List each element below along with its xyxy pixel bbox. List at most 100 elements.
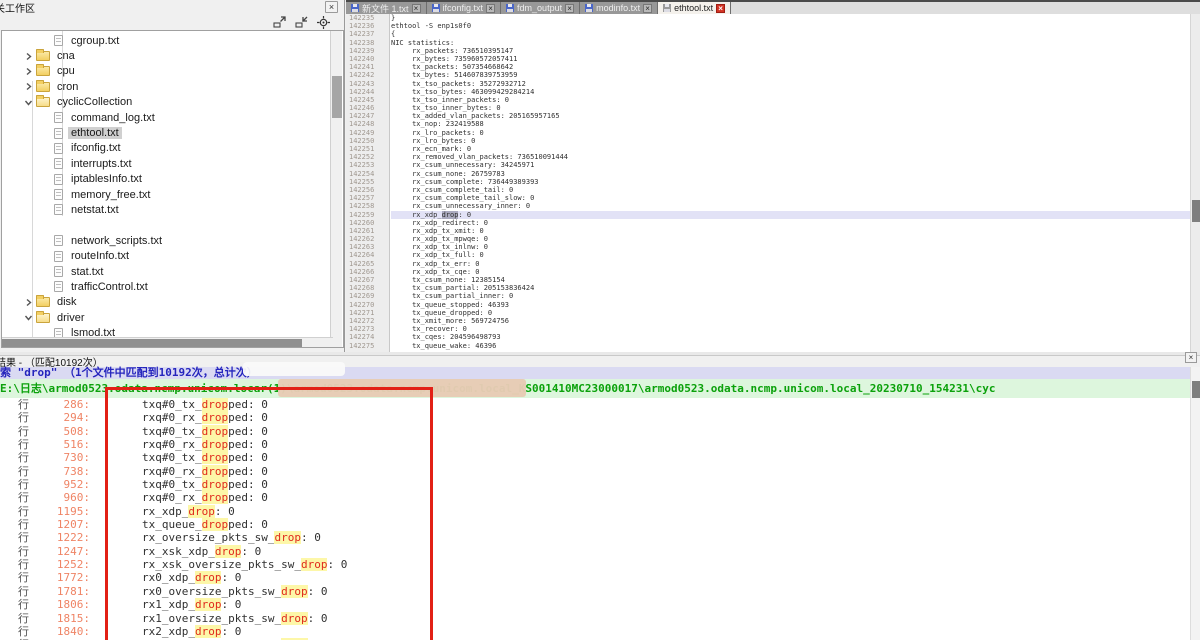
result-row[interactable]: 行508:txq#0_tx_dropped: 0 (0, 425, 1200, 438)
chevron-down-icon[interactable] (24, 313, 33, 322)
code-editor[interactable]: 1422351422361422371422381422391422401422… (346, 14, 1200, 352)
tree-item-stat-txt[interactable]: stat.txt (2, 264, 343, 279)
result-row[interactable]: 行516:rxq#0_rx_dropped: 0 (0, 438, 1200, 451)
row-line-label: 行 (18, 625, 32, 638)
tree-item-interrupts-txt[interactable]: interrupts.txt (2, 156, 343, 171)
tree-hscroll-thumb[interactable] (2, 339, 302, 347)
result-row[interactable]: 行294:rxq#0_rx_dropped: 0 (0, 411, 1200, 424)
tree-item-label: cgroup.txt (68, 35, 122, 47)
result-row[interactable]: 行1222:rx_oversize_pkts_sw_drop: 0 (0, 531, 1200, 544)
code-line: rx_xdp_drop: 0 (391, 211, 1190, 219)
row-line-label: 行 (18, 465, 32, 478)
tree-item-cycliccollection[interactable]: cyclicCollection (2, 95, 343, 110)
result-row[interactable]: 行1252:rx_xsk_oversize_pkts_sw_drop: 0 (0, 558, 1200, 571)
result-row[interactable]: 行730:txq#0_tx_dropped: 0 (0, 451, 1200, 464)
workspace-toolbar (0, 14, 344, 30)
editor-vertical-scrollbar[interactable] (1190, 14, 1200, 352)
editor-vscroll-thumb[interactable] (1192, 200, 1200, 222)
row-match: drop (195, 625, 222, 638)
result-row[interactable]: 行1772:rx0_xdp_drop: 0 (0, 571, 1200, 584)
row-content-post: ped: 0 (228, 491, 268, 504)
tree-item-ifconfig-txt[interactable]: ifconfig.txt (2, 141, 343, 156)
tree-horizontal-scrollbar[interactable] (2, 337, 333, 347)
tab-close-icon[interactable]: × (643, 4, 652, 13)
row-content-pre: rxq#0_rx_ (142, 411, 202, 424)
tree-item-cpu[interactable]: cpu (2, 64, 343, 79)
row-content: rx1_oversize_pkts_sw_drop: 0 (142, 612, 327, 625)
row-match: drop (195, 571, 222, 584)
workspace-title: 关工作区 (0, 0, 35, 15)
tab-close-icon[interactable]: × (565, 4, 574, 13)
chevron-right-icon[interactable] (24, 67, 33, 76)
row-line-number: 508: (32, 425, 90, 438)
row-line-number: 1252: (32, 558, 90, 571)
row-content-post: ped: 0 (228, 425, 268, 438)
row-line-number: 1840: (32, 625, 90, 638)
tab-close-icon[interactable]: × (486, 4, 495, 13)
result-row[interactable]: 行1247:rx_xsk_xdp_drop: 0 (0, 545, 1200, 558)
results-summary-line[interactable]: 索 "drop" （1个文件中匹配到10192次，总计次） (0, 367, 1200, 379)
result-row[interactable]: 行1806:rx1_xdp_drop: 0 (0, 598, 1200, 611)
results-vertical-scrollbar[interactable] (1190, 367, 1200, 640)
tree-item-driver[interactable]: driver (2, 310, 343, 325)
results-summary-pre: 索 "drop" （1个文件中匹配到10192次，总计 (0, 366, 236, 379)
locate-file-icon[interactable] (317, 16, 330, 29)
result-row[interactable]: 行1207:tx_queue_dropped: 0 (0, 518, 1200, 531)
save-disk-icon (432, 4, 440, 12)
expand-all-icon[interactable] (273, 16, 286, 29)
code-line: tx_tso_packets: 35272932712 (391, 80, 1190, 88)
line-number: 142261 (346, 227, 389, 235)
tab-close-icon[interactable]: × (716, 4, 725, 13)
result-row[interactable]: 行1195:rx_xdp_drop: 0 (0, 505, 1200, 518)
tree-item-netstat-txt[interactable]: netstat.txt (2, 202, 343, 217)
chevron-right-icon[interactable] (24, 298, 33, 307)
tree-item-trafficcontrol-txt[interactable]: trafficControl.txt (2, 279, 343, 294)
result-row[interactable]: 行1815:rx1_oversize_pkts_sw_drop: 0 (0, 612, 1200, 625)
folder-icon (36, 313, 50, 323)
tab-fdm_output[interactable]: fdm_output× (501, 2, 580, 14)
tree-item-network_scripts-txt[interactable]: network_scripts.txt (2, 233, 343, 248)
tree-item-cron[interactable]: cron (2, 79, 343, 94)
code-line: tx_csum_none: 12385154 (391, 276, 1190, 284)
tree-item-ethtool-txt[interactable]: ethtool.txt (2, 125, 343, 140)
tree-item-cgroup-txt[interactable]: cgroup.txt (2, 33, 343, 48)
tree-vscroll-thumb[interactable] (332, 76, 342, 118)
collapse-all-icon[interactable] (295, 16, 308, 29)
chevron-right-icon[interactable] (24, 52, 33, 61)
row-content-pre: tx_queue_ (142, 518, 202, 531)
tree-item-cna[interactable]: cna (2, 48, 343, 63)
tree-item-memory_free-txt[interactable]: memory_free.txt (2, 187, 343, 202)
tree-item-command_log-txt[interactable]: command_log.txt (2, 110, 343, 125)
results-vscroll-thumb[interactable] (1192, 381, 1200, 398)
editor-text[interactable]: }ethtool -S enp1s0f0{NIC statistics: rx_… (391, 14, 1190, 352)
result-row[interactable]: 行1840:rx2_xdp_drop: 0 (0, 625, 1200, 638)
results-close-icon[interactable]: × (1185, 352, 1197, 363)
tab-modinfo-txt[interactable]: modinfo.txt× (580, 2, 658, 14)
folder-icon (36, 66, 50, 76)
tab-ifconfig-txt[interactable]: ifconfig.txt× (427, 2, 502, 14)
chevron-down-icon[interactable] (24, 98, 33, 107)
editor-area: 新文件 1.txt×ifconfig.txt×fdm_output×modinf… (346, 0, 1200, 352)
chevron-right-icon[interactable] (24, 82, 33, 91)
row-line-number: 294: (32, 411, 90, 424)
redaction-blob-editor (556, 324, 624, 350)
workspace-close-icon[interactable]: × (325, 1, 338, 13)
tree-item-disk[interactable]: disk (2, 295, 343, 310)
tree-item-routeinfo-txt[interactable]: routeInfo.txt (2, 248, 343, 263)
code-line: rx_lro_bytes: 0 (391, 137, 1190, 145)
result-row[interactable]: 行738:rxq#0_rx_dropped: 0 (0, 465, 1200, 478)
tree-vertical-scrollbar[interactable] (330, 31, 342, 347)
row-line-label: 行 (18, 571, 32, 584)
result-row[interactable]: 行960:rxq#0_rx_dropped: 0 (0, 491, 1200, 504)
tab--1-txt[interactable]: 新文件 1.txt× (346, 2, 427, 14)
result-row[interactable]: 行952:txq#0_tx_dropped: 0 (0, 478, 1200, 491)
tab-ethtool-txt[interactable]: ethtool.txt× (658, 2, 731, 14)
tree-item-iptablesinfo-txt[interactable]: iptablesInfo.txt (2, 172, 343, 187)
tab-close-icon[interactable]: × (412, 4, 421, 13)
tree-item-label: ethtool.txt (68, 127, 122, 139)
row-content: rxq#0_rx_dropped: 0 (142, 491, 268, 504)
result-row[interactable]: 行286:txq#0_tx_dropped: 0 (0, 398, 1200, 411)
tab-label: fdm_output (517, 3, 562, 13)
results-file-path-line[interactable]: E:\日志\armod0523.odata.ncmp.unicom.locar(… (0, 379, 1200, 398)
result-row[interactable]: 行1781:rx0_oversize_pkts_sw_drop: 0 (0, 585, 1200, 598)
